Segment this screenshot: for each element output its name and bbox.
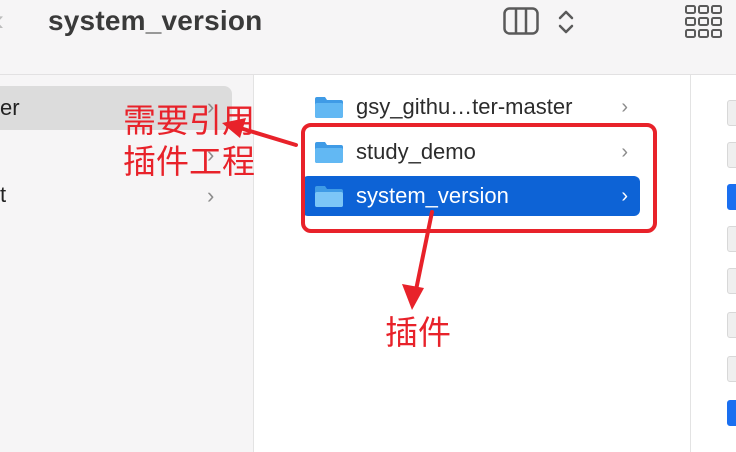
annotation-arrows bbox=[222, 118, 434, 310]
annotation-arrowhead-down bbox=[402, 284, 424, 310]
annotation-arrow-left bbox=[238, 126, 298, 147]
annotation-arrowhead-left bbox=[222, 118, 246, 138]
annotation-arrow-down bbox=[414, 210, 434, 292]
